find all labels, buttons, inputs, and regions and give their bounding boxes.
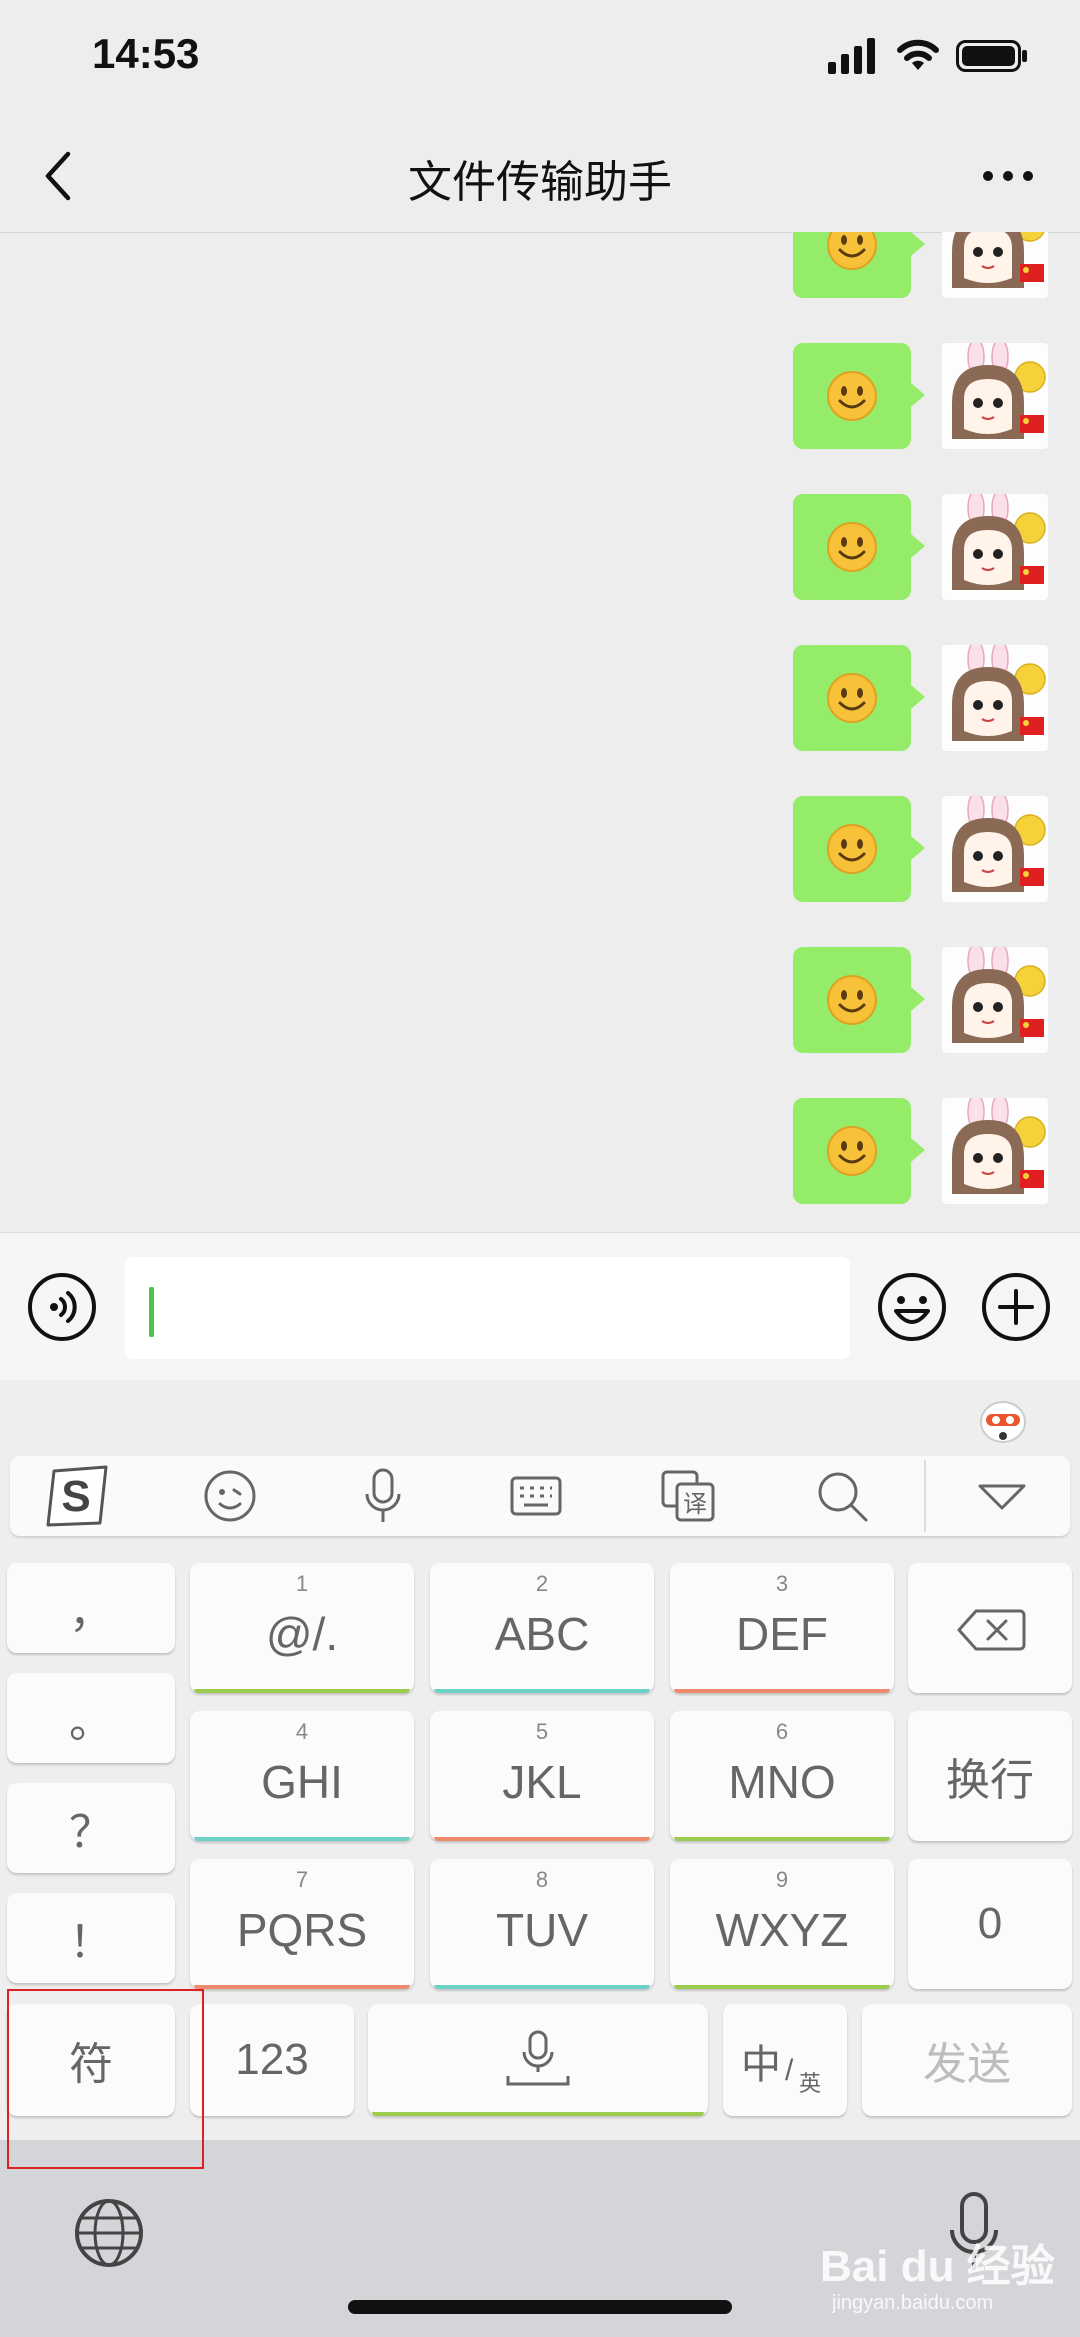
key-accent (434, 1985, 650, 1989)
backspace-key[interactable] (908, 1563, 1072, 1693)
smiley-emoji-icon (825, 671, 879, 729)
smiley-emoji-icon (825, 520, 879, 578)
status-bar: 14:53 (0, 0, 1080, 120)
more-icon[interactable] (980, 168, 1036, 184)
space-mic-icon (506, 2030, 570, 2086)
newline-key[interactable]: 换行 (908, 1711, 1072, 1841)
svg-text:译: 译 (683, 1490, 707, 1518)
key-8[interactable]: 8 TUV (430, 1859, 654, 1989)
key-accent (674, 1985, 890, 1989)
space-key[interactable] (368, 2004, 708, 2116)
svg-text:S: S (61, 1472, 90, 1521)
wifi-icon (897, 39, 939, 70)
message-input[interactable] (125, 1257, 850, 1359)
message-bubble[interactable] (793, 645, 925, 751)
keyboard-icon[interactable] (476, 1456, 596, 1536)
add-icon[interactable] (980, 1271, 1052, 1343)
key-7[interactable]: 7 PQRS (190, 1859, 414, 1989)
avatar[interactable] (942, 947, 1048, 1053)
key-accent (194, 1689, 410, 1693)
key-5[interactable]: 5 JKL (430, 1711, 654, 1841)
chat-message-list[interactable] (0, 232, 1080, 1232)
nav-bar: 文件传输助手 (0, 120, 1080, 233)
avatar[interactable] (942, 1098, 1048, 1204)
message-bubble[interactable] (793, 494, 925, 600)
key-1[interactable]: 1 @/. (190, 1563, 414, 1693)
toolbar-divider (924, 1460, 926, 1532)
voice-icon[interactable] (26, 1271, 98, 1343)
key-6[interactable]: 6 MNO (670, 1711, 894, 1841)
emoji-icon[interactable] (876, 1271, 948, 1343)
key-period[interactable]: 。 (7, 1673, 175, 1763)
key-accent (194, 1985, 410, 1989)
smiley-emoji-icon (825, 369, 879, 427)
message-bubble[interactable] (793, 796, 925, 902)
smiley-emoji-icon (825, 232, 879, 276)
sogou-logo-icon[interactable]: S (18, 1456, 138, 1536)
smiley-emoji-icon (825, 1124, 879, 1182)
message-bubble[interactable] (793, 947, 925, 1053)
key-accent (674, 1837, 890, 1841)
text-cursor (149, 1287, 154, 1337)
key-accent (194, 1837, 410, 1841)
message-bubble[interactable] (793, 1098, 925, 1204)
smiley-emoji-icon (825, 822, 879, 880)
watermark-logo: Bai du 经验 (820, 2242, 1055, 2291)
key-9[interactable]: 9 WXYZ (670, 1859, 894, 1989)
collapse-icon[interactable] (942, 1456, 1062, 1536)
key-0[interactable]: 0 (908, 1859, 1072, 1989)
avatar[interactable] (942, 796, 1048, 902)
search-icon[interactable] (782, 1456, 902, 1536)
watermark-url: jingyan.baidu.com (832, 2292, 994, 2314)
key-exclaim[interactable]: ！ (7, 1893, 175, 1983)
key-4[interactable]: 4 GHI (190, 1711, 414, 1841)
highlight-box (7, 1989, 204, 2169)
sogou-mascot-icon[interactable] (978, 1392, 1028, 1446)
status-time: 14:53 (92, 30, 200, 77)
send-key[interactable]: 发送 (862, 2004, 1072, 2116)
numeric-key[interactable]: 123 (190, 2004, 354, 2116)
key-3[interactable]: 3 DEF (670, 1563, 894, 1693)
avatar[interactable] (942, 645, 1048, 751)
key-accent (372, 2112, 704, 2116)
input-bar (0, 1232, 1080, 1381)
translate-icon[interactable]: 译 (629, 1456, 749, 1536)
battery-icon (956, 40, 1027, 72)
avatar[interactable] (942, 494, 1048, 600)
home-indicator[interactable] (348, 2300, 732, 2314)
backspace-icon (957, 1609, 1026, 1651)
signal-icon (828, 38, 875, 74)
avatar[interactable] (942, 343, 1048, 449)
avatar[interactable] (942, 232, 1048, 298)
key-question[interactable]: ？ (7, 1783, 175, 1873)
message-bubble[interactable] (793, 232, 925, 298)
keyboard-toolbar: S 译 (10, 1456, 1070, 1536)
key-2[interactable]: 2 ABC (430, 1563, 654, 1693)
emoticon-icon[interactable] (170, 1456, 290, 1536)
message-bubble[interactable] (793, 343, 925, 449)
key-comma[interactable]: ， (7, 1563, 175, 1653)
page-title: 文件传输助手 (408, 157, 672, 208)
microphone-icon[interactable] (323, 1456, 443, 1536)
key-accent (674, 1689, 890, 1693)
language-switch-key[interactable]: 中 / 英 (723, 2004, 847, 2116)
smiley-emoji-icon (825, 973, 879, 1031)
key-accent (434, 1689, 650, 1693)
globe-icon[interactable] (72, 2196, 146, 2270)
key-accent (434, 1837, 650, 1841)
